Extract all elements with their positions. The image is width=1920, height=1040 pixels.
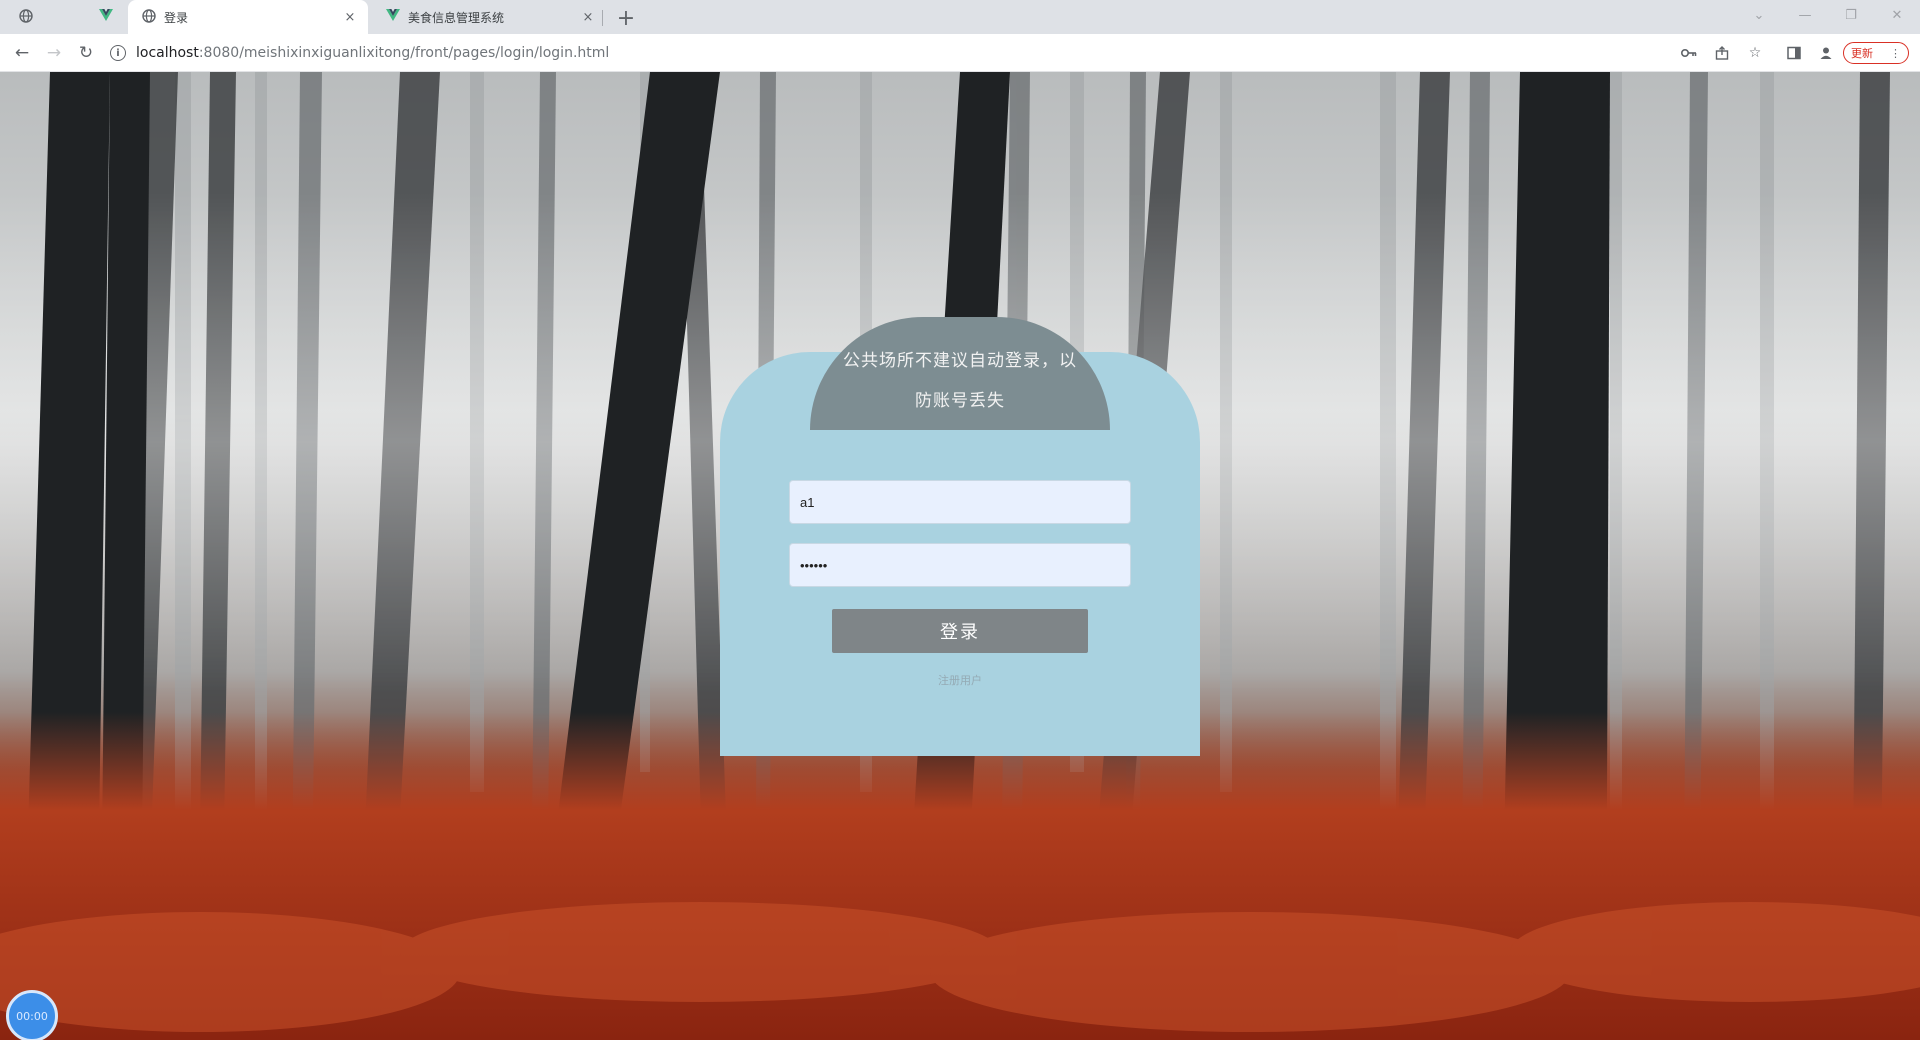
new-tab-button[interactable]: + — [612, 4, 640, 32]
url-host: localhost — [136, 45, 199, 61]
tab-pinned-1[interactable] — [6, 0, 46, 34]
bookmark-star-icon[interactable]: ☆ — [1744, 42, 1766, 64]
close-icon[interactable]: × — [578, 7, 598, 27]
globe-icon — [19, 8, 33, 26]
tab-login[interactable]: 登录 × — [128, 0, 368, 34]
url-path: :8080/meishixinxiguanlixitong/front/page… — [198, 45, 610, 61]
globe-icon — [142, 8, 156, 26]
update-button[interactable]: 更新 ⋮ — [1843, 42, 1909, 64]
vue-icon — [386, 9, 400, 25]
register-link[interactable]: 注册用户 — [720, 672, 1200, 688]
close-icon[interactable]: × — [340, 7, 360, 27]
tab-food-system[interactable]: 美食信息管理系统 × — [372, 0, 606, 34]
forward-arrow-icon[interactable]: → — [40, 39, 68, 67]
side-panel-icon[interactable] — [1783, 42, 1805, 64]
browser-toolbar: ← → ↻ i localhost:8080/meishixinxiguanli… — [0, 34, 1920, 72]
password-input[interactable] — [789, 543, 1131, 587]
login-button[interactable]: 登录 — [832, 609, 1088, 653]
minimize-icon[interactable]: — — [1782, 0, 1828, 30]
tab-pinned-2[interactable] — [46, 0, 86, 34]
reload-icon[interactable]: ↻ — [72, 39, 100, 67]
share-icon[interactable] — [1711, 42, 1733, 64]
tab-separator — [602, 10, 603, 26]
clock-bubble[interactable]: 00:00 — [6, 990, 58, 1040]
tab-title: 美食信息管理系统 — [408, 10, 505, 25]
tab-pinned-3[interactable] — [86, 0, 126, 34]
key-icon[interactable] — [1678, 42, 1700, 64]
back-arrow-icon[interactable]: ← — [8, 39, 36, 67]
tab-strip: 登录 × 美食信息管理系统 × + ⌄ — ❐ ✕ — [0, 0, 1920, 34]
info-icon[interactable]: i — [110, 45, 126, 61]
restore-icon[interactable]: ❐ — [1828, 0, 1874, 30]
more-menu-icon: ⋮ — [1890, 46, 1901, 60]
address-bar[interactable]: i localhost:8080/meishixinxiguanlixitong… — [110, 39, 1660, 67]
login-card: 公共场所不建议自动登录，以防账号丢失 登录 注册用户 — [720, 317, 1200, 756]
chevron-down-icon[interactable]: ⌄ — [1736, 0, 1782, 30]
profile-avatar-icon[interactable] — [1815, 42, 1837, 64]
window-close-icon[interactable]: ✕ — [1874, 0, 1920, 30]
page-viewport: 公共场所不建议自动登录，以防账号丢失 登录 注册用户 00:00 — [0, 72, 1920, 1040]
login-notice-text: 公共场所不建议自动登录，以防账号丢失 — [843, 350, 1077, 411]
blank-icon — [59, 10, 73, 24]
vue-icon — [99, 9, 113, 25]
update-label: 更新 — [1851, 47, 1873, 60]
tab-title: 登录 — [164, 10, 189, 25]
username-input[interactable] — [789, 480, 1131, 524]
